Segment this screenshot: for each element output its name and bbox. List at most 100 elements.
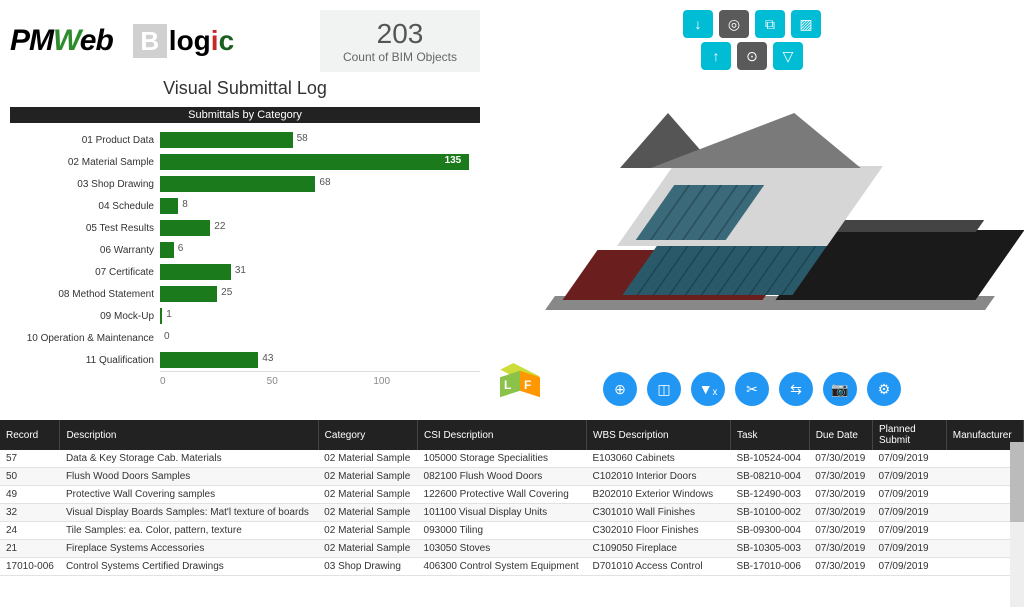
bim-viewer[interactable]: ↓ ◎ ⧉ ▨ ↑ ⊙ ▽: [490, 10, 1014, 410]
filter-clear-icon[interactable]: ▼ₓ: [691, 372, 725, 406]
bim-model-render[interactable]: [550, 90, 990, 350]
chart-row[interactable]: 11 Qualification43: [10, 349, 480, 371]
table-row[interactable]: 57Data & Key Storage Cab. Materials02 Ma…: [0, 450, 1024, 468]
table-cell: C302010 Floor Finishes: [587, 522, 731, 540]
chart-category-label: 02 Material Sample: [10, 157, 160, 168]
chart-category-label: 10 Operation & Maintenance: [10, 333, 160, 344]
target-icon[interactable]: ◎: [719, 10, 749, 38]
table-header[interactable]: Due Date: [809, 420, 872, 450]
select-box-icon[interactable]: ◫: [647, 372, 681, 406]
table-cell: C109050 Fireplace: [587, 540, 731, 558]
table-header[interactable]: Task: [730, 420, 809, 450]
reticle-icon[interactable]: ⊕: [603, 372, 637, 406]
table-row[interactable]: 17010-006Control Systems Certified Drawi…: [0, 558, 1024, 576]
table-cell: 02 Material Sample: [318, 504, 417, 522]
arrow-down-icon[interactable]: ↓: [683, 10, 713, 38]
chart-bar[interactable]: [160, 264, 231, 280]
table-cell: 03 Shop Drawing: [318, 558, 417, 576]
table-cell: 07/09/2019: [873, 504, 947, 522]
table-cell: 07/30/2019: [809, 522, 872, 540]
chart-row[interactable]: 02 Material Sample135: [10, 151, 480, 173]
table-cell: 32: [0, 504, 60, 522]
chart-bar[interactable]: [160, 220, 210, 236]
table-cell: 57: [0, 450, 60, 468]
chart-row[interactable]: 03 Shop Drawing68: [10, 173, 480, 195]
chart-row[interactable]: 05 Test Results22: [10, 217, 480, 239]
table-header[interactable]: Description: [60, 420, 318, 450]
share-icon[interactable]: ⇆: [779, 372, 813, 406]
chart-value-label: 68: [319, 177, 330, 188]
chart-row[interactable]: 06 Warranty6: [10, 239, 480, 261]
submittals-table[interactable]: RecordDescriptionCategoryCSI Description…: [0, 420, 1024, 576]
pmweb-logo: PMWeb: [10, 24, 113, 58]
scrollbar-thumb[interactable]: [1010, 442, 1024, 522]
table-cell: Visual Display Boards Samples: Mat'l tex…: [60, 504, 318, 522]
table-cell: 093000 Tiling: [418, 522, 587, 540]
chart-bar[interactable]: [160, 286, 217, 302]
table-header[interactable]: WBS Description: [587, 420, 731, 450]
chart-category-label: 01 Product Data: [10, 135, 160, 146]
chart-row[interactable]: 07 Certificate31: [10, 261, 480, 283]
viewer-bottom-toolbar: ⊕ ◫ ▼ₓ ✂ ⇆ 📷 ⚙: [603, 372, 901, 406]
chart-bar[interactable]: [160, 198, 178, 214]
table-header[interactable]: Record: [0, 420, 60, 450]
table-row[interactable]: 24Tile Samples: ea. Color, pattern, text…: [0, 522, 1024, 540]
table-cell: 07/30/2019: [809, 540, 872, 558]
duplicate-icon[interactable]: ⧉: [755, 10, 785, 38]
table-header[interactable]: CSI Description: [418, 420, 587, 450]
chart-row[interactable]: 10 Operation & Maintenance0: [10, 327, 480, 349]
table-cell: 50: [0, 468, 60, 486]
table-row[interactable]: 21Fireplace Systems Accessories02 Materi…: [0, 540, 1024, 558]
table-cell: Tile Samples: ea. Color, pattern, textur…: [60, 522, 318, 540]
filter-icon[interactable]: ▽: [773, 42, 803, 70]
table-cell: 07/30/2019: [809, 504, 872, 522]
table-cell: Protective Wall Covering samples: [60, 486, 318, 504]
kpi-count: 203 Count of BIM Objects: [320, 10, 480, 72]
table-cell: Fireplace Systems Accessories: [60, 540, 318, 558]
chart-bar[interactable]: [160, 242, 174, 258]
chart-value-label: 8: [182, 199, 188, 210]
target-alt-icon[interactable]: ⊙: [737, 42, 767, 70]
viewer-top-toolbar: ↓ ◎ ⧉ ▨ ↑ ⊙ ▽: [683, 10, 821, 70]
table-cell: 07/09/2019: [873, 468, 947, 486]
settings-icon[interactable]: ⚙: [867, 372, 901, 406]
chart-bar[interactable]: [160, 132, 293, 148]
table-header[interactable]: Planned Submit: [873, 420, 947, 450]
chart-row[interactable]: 08 Method Statement25: [10, 283, 480, 305]
chart-category-label: 07 Certificate: [10, 267, 160, 278]
table-header[interactable]: Category: [318, 420, 417, 450]
table-row[interactable]: 49Protective Wall Covering samples02 Mat…: [0, 486, 1024, 504]
hatch-icon[interactable]: ▨: [791, 10, 821, 38]
table-cell: SB-09300-004: [730, 522, 809, 540]
table-cell: 406300 Control System Equipment: [418, 558, 587, 576]
chart-bar[interactable]: [160, 154, 469, 170]
chart-x-axis: 050100: [160, 371, 480, 387]
view-cube[interactable]: L F: [500, 366, 534, 400]
chart-category-label: 06 Warranty: [10, 245, 160, 256]
table-row[interactable]: 32Visual Display Boards Samples: Mat'l t…: [0, 504, 1024, 522]
chart-bar[interactable]: [160, 308, 162, 324]
table-cell: Control Systems Certified Drawings: [60, 558, 318, 576]
table-cell: 101100 Visual Display Units: [418, 504, 587, 522]
table-cell: 02 Material Sample: [318, 540, 417, 558]
chart-bar[interactable]: [160, 176, 315, 192]
chart-row[interactable]: 01 Product Data58: [10, 129, 480, 151]
camera-icon[interactable]: 📷: [823, 372, 857, 406]
table-cell: 07/30/2019: [809, 486, 872, 504]
table-cell: 103050 Stoves: [418, 540, 587, 558]
chart-value-label: 22: [214, 221, 225, 232]
cut-icon[interactable]: ✂: [735, 372, 769, 406]
chart-row[interactable]: 04 Schedule8: [10, 195, 480, 217]
arrow-up-icon[interactable]: ↑: [701, 42, 731, 70]
table-cell: 49: [0, 486, 60, 504]
table-cell: D701010 Access Control: [587, 558, 731, 576]
chart-category-label: 11 Qualification: [10, 355, 160, 366]
table-cell: 105000 Storage Specialities: [418, 450, 587, 468]
chart-row[interactable]: 09 Mock-Up1: [10, 305, 480, 327]
table-cell: 082100 Flush Wood Doors: [418, 468, 587, 486]
table-cell: SB-08210-004: [730, 468, 809, 486]
submittals-chart[interactable]: 01 Product Data5802 Material Sample13503…: [10, 129, 480, 399]
table-cell: 07/09/2019: [873, 486, 947, 504]
table-row[interactable]: 50Flush Wood Doors Samples02 Material Sa…: [0, 468, 1024, 486]
chart-bar[interactable]: [160, 352, 258, 368]
